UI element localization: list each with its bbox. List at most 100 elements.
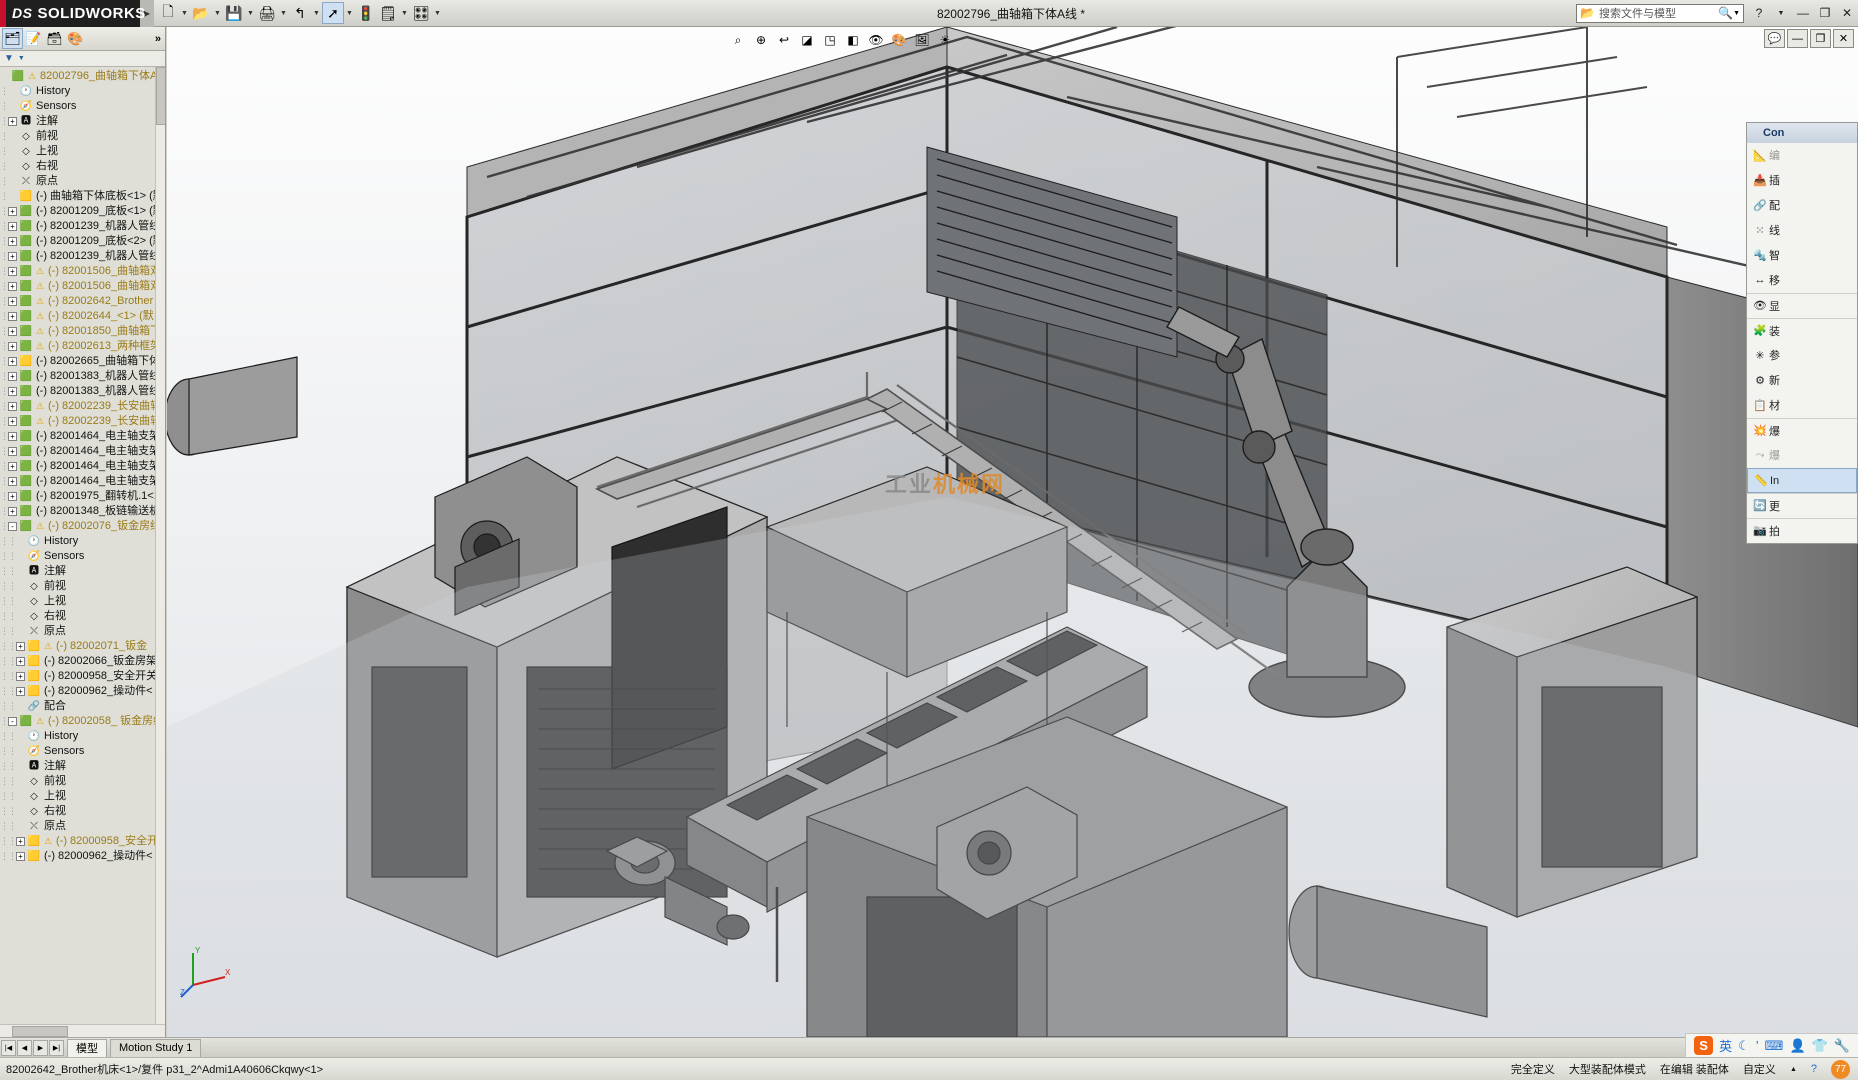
tree-node[interactable]: ⋮ + 🅰 注解 xyxy=(0,114,165,129)
tab-model[interactable]: 模型 xyxy=(67,1038,107,1057)
tree-expand-toggle[interactable]: + xyxy=(8,447,17,456)
solidworks-logo[interactable]: DS SOLIDWORKS xyxy=(0,0,145,27)
context-menu-item-instant3d[interactable]: 📏 In xyxy=(1747,468,1857,493)
ime-toolbar[interactable]: S 英 ☾ ’ ⌨ 👤 👕 🔧 xyxy=(1685,1033,1858,1057)
context-menu-item-bill-of-materials[interactable]: 📋 材 xyxy=(1747,393,1857,418)
tree-expand-toggle[interactable]: + xyxy=(8,267,17,276)
context-menu-item-mate[interactable]: 🔗 配 xyxy=(1747,193,1857,218)
doc-minimize-icon[interactable]: — xyxy=(1787,29,1808,48)
tree-node[interactable]: ⋮ + 🟩 (-) 82001383_机器人管线 xyxy=(0,384,165,399)
previous-view-icon[interactable]: ↩ xyxy=(773,30,795,50)
options-caret[interactable]: ▼ xyxy=(399,2,410,24)
tree-expand-toggle[interactable]: + xyxy=(8,222,17,231)
tree-node[interactable]: ⋮ + 🟩 ⚠ (-) 82001850_曲轴箱下 xyxy=(0,324,165,339)
tree-node[interactable]: ⋮ ⋮ 🔗 配合 xyxy=(0,699,165,714)
tab-nav-prev[interactable]: ◀ xyxy=(17,1039,32,1056)
tree-expand-toggle[interactable]: + xyxy=(8,207,17,216)
tree-node[interactable]: ⋮ + 🟩 (-) 82001348_板链输送机 xyxy=(0,504,165,519)
tree-expand-toggle[interactable]: + xyxy=(8,357,17,366)
tree-horizontal-scrollbar[interactable] xyxy=(0,1024,165,1037)
tree-node[interactable]: ⋮ ⋮ 🧭 Sensors xyxy=(0,549,165,564)
open-document-button[interactable]: 📂 xyxy=(190,2,212,24)
tree-node[interactable]: ⋮ 🟨 (-) 曲轴箱下体底板<1> (默 xyxy=(0,189,165,204)
tree-node[interactable]: ⋮ + 🟩 (-) 82001239_机器人管线 xyxy=(0,249,165,264)
tree-node[interactable]: ⋮ + 🟩 (-) 82001975_翻转机.1<1 xyxy=(0,489,165,504)
tree-node[interactable]: ⋮ + 🟩 (-) 82001239_机器人管线 xyxy=(0,219,165,234)
search-icon[interactable]: 🔍 xyxy=(1718,6,1733,20)
undo-button[interactable]: ↰ xyxy=(289,2,311,24)
tree-expand-toggle[interactable]: + xyxy=(8,342,17,351)
tree-expand-toggle[interactable]: + xyxy=(8,237,17,246)
tab-display-manager[interactable]: 🎨 xyxy=(65,28,86,49)
tree-node[interactable]: ⋮ ⋮ ⤬ 原点 xyxy=(0,819,165,834)
ime-mode-indicator[interactable]: 英 xyxy=(1719,1036,1732,1055)
tree-expand-toggle[interactable]: + xyxy=(8,312,17,321)
help-caret[interactable]: ▼ xyxy=(1770,3,1792,23)
help-button[interactable]: ? xyxy=(1748,3,1770,23)
tree-expand-toggle[interactable]: + xyxy=(8,297,17,306)
open-document-caret[interactable]: ▼ xyxy=(212,2,223,24)
model-3d-view[interactable] xyxy=(167,27,1858,1037)
tree-hscroll-thumb[interactable] xyxy=(12,1025,68,1037)
tree-expand-toggle[interactable]: + xyxy=(8,282,17,291)
tree-node[interactable]: ⋮ + 🟩 ⚠ (-) 82002642_Brother xyxy=(0,294,165,309)
doc-restore-icon[interactable]: ❐ xyxy=(1810,29,1831,48)
restore-button[interactable]: ❐ xyxy=(1814,3,1836,23)
tree-expand-toggle[interactable]: + xyxy=(8,327,17,336)
print-document-button[interactable]: 🖨 xyxy=(256,2,278,24)
tree-node[interactable]: ⋮ + 🟩 (-) 82001464_电主轴支架 xyxy=(0,429,165,444)
tree-node[interactable]: ⋮ ⋮ 🅰 注解 xyxy=(0,564,165,579)
tree-node[interactable]: ⋮ ⋮ ⤬ 原点 xyxy=(0,624,165,639)
tree-node[interactable]: ⋮ + 🟩 (-) 82001464_电主轴支架 xyxy=(0,459,165,474)
sogou-logo-icon[interactable]: S xyxy=(1694,1036,1714,1055)
confirmation-corner[interactable]: 💬 — ❐ ✕ xyxy=(1764,29,1854,48)
search-box[interactable]: 📂 搜索文件与模型 🔍 ▼ xyxy=(1576,3,1744,23)
tree-expand-toggle[interactable]: + xyxy=(16,687,25,696)
rebuild-button[interactable]: 🚦 xyxy=(355,2,377,24)
tree-node[interactable]: ⋮ ⋮ + 🟨 (-) 82000962_操动件< xyxy=(0,684,165,699)
tree-expand-toggle[interactable]: + xyxy=(8,432,17,441)
filter-icon[interactable]: ▼ xyxy=(4,53,14,64)
tree-expand-toggle[interactable]: + xyxy=(8,462,17,471)
tree-node[interactable]: ⋮ + 🟩 ⚠ (-) 82002613_两种框架 xyxy=(0,339,165,354)
context-menu-item-take-snapshot[interactable]: 📷 拍 xyxy=(1747,518,1857,543)
context-menu-item-explode-line-sketch[interactable]: ⤳ 爆 xyxy=(1747,443,1857,468)
skin-icon[interactable]: 👕 xyxy=(1812,1038,1828,1054)
minimize-button[interactable]: — xyxy=(1792,3,1814,23)
zoom-to-area-icon[interactable]: ⊕ xyxy=(750,30,772,50)
context-menu-item-linear-pattern[interactable]: ⁙ 线 xyxy=(1747,218,1857,243)
undo-caret[interactable]: ▼ xyxy=(311,2,322,24)
tree-expand-toggle[interactable]: + xyxy=(16,837,25,846)
tree-node[interactable]: ⋮ ◇ 上视 xyxy=(0,144,165,159)
tree-node[interactable]: ⋮ ⋮ 🧭 Sensors xyxy=(0,744,165,759)
tree-expand-toggle[interactable]: + xyxy=(8,417,17,426)
tree-expand-toggle[interactable]: + xyxy=(16,672,25,681)
tree-node[interactable]: ⋮ ◇ 前视 xyxy=(0,129,165,144)
context-menu-item-move-component[interactable]: ↔ 移 xyxy=(1747,268,1857,293)
tree-node[interactable]: ⋮ ⋮ ◇ 前视 xyxy=(0,579,165,594)
tree-node[interactable]: ⋮ - 🟩 ⚠ (-) 82002076_钣金房结 xyxy=(0,519,165,534)
tab-nav-next[interactable]: ▶ xyxy=(33,1039,48,1056)
tab-motion-study[interactable]: Motion Study 1 xyxy=(110,1038,202,1057)
tree-node[interactable]: ⋮ ⤬ 原点 xyxy=(0,174,165,189)
tree-node[interactable]: ⋮ ⋮ + 🟨 ⚠ (-) 82000958_安全开关 xyxy=(0,834,165,849)
tree-node[interactable]: ⋮ + 🟩 ⚠ (-) 82002239_长安曲轴 xyxy=(0,414,165,429)
tree-expand-toggle[interactable]: - xyxy=(8,717,17,726)
tree-node[interactable]: ⋮ ⋮ + 🟨 (-) 82002066_钣金房架 xyxy=(0,654,165,669)
search-caret[interactable]: ▼ xyxy=(1733,10,1740,17)
tree-node[interactable]: ⋮ ⋮ ◇ 上视 xyxy=(0,789,165,804)
tree-expand-toggle[interactable]: + xyxy=(8,252,17,261)
tree-expand-toggle[interactable]: + xyxy=(8,477,17,486)
context-menu[interactable]: Con 📐 编 📥 插 🔗 配 ⁙ 线 🔩 智 ↔ 移 👁 显 🧩 装 ✳ 参 ⚙ 新 📋 材 💥 爆 ⤳ 爆 📏 In 🔄 更 📷 拍 xyxy=(1746,122,1858,544)
close-button[interactable]: ✕ xyxy=(1836,3,1858,23)
confirm-ok-icon[interactable]: 💬 xyxy=(1764,29,1785,48)
view-orientation-icon[interactable]: ◳ xyxy=(819,30,841,50)
apply-scene-icon[interactable]: 🖼 xyxy=(911,30,933,50)
print-document-caret[interactable]: ▼ xyxy=(278,2,289,24)
tree-expand-toggle[interactable]: + xyxy=(16,642,25,651)
feature-tree[interactable]: 🟩 ⚠ 82002796_曲轴箱下体A线 ⋮ 🕐 History ⋮ 🧭 Sensors ⋮ + 🅰 注… xyxy=(0,67,165,1024)
tab-nav-first[interactable]: |◀ xyxy=(1,1039,16,1056)
tab-feature-manager[interactable]: 🗂 xyxy=(2,28,23,49)
new-document-button[interactable]: 🗋 xyxy=(157,2,179,24)
heads-up-view-toolbar[interactable]: ⌕ ⊕ ↩ ◪ ◳ ◧ 👁 🎨 🖼 ☀ xyxy=(727,29,956,51)
